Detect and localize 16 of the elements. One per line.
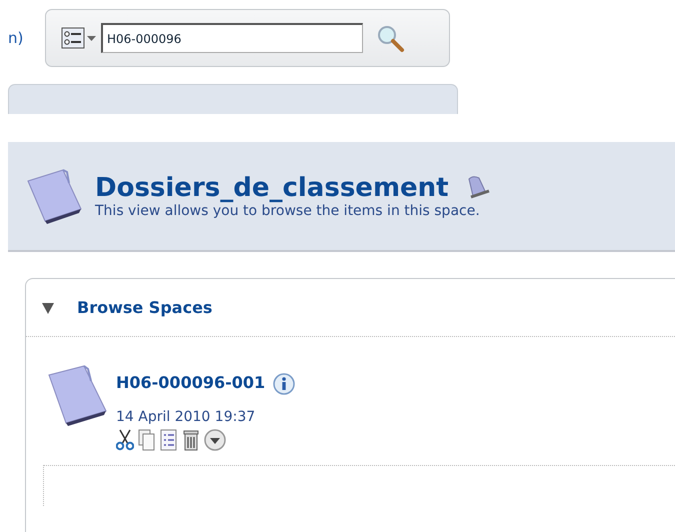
- search-icon[interactable]: [375, 23, 405, 53]
- date-text: 14 April 2010 19:37: [116, 409, 256, 425]
- space-title: Dossiers_de_classement: [95, 173, 449, 203]
- toggle-triangle-icon[interactable]: [41, 300, 55, 314]
- dropdown-circle-icon[interactable]: [204, 429, 226, 451]
- scissors-icon[interactable]: [116, 429, 134, 451]
- space-description: This view allows you to browse the items in this space.: [95, 203, 481, 219]
- search-field[interactable]: H06-000096: [101, 23, 363, 53]
- list-options-icon[interactable]: [61, 27, 97, 49]
- link-text[interactable]: n): [8, 29, 45, 47]
- space-link[interactable]: H06-000096-001: [116, 373, 266, 392]
- details-icon[interactable]: [160, 429, 178, 451]
- panel-title[interactable]: Browse Spaces: [77, 298, 212, 317]
- trash-icon[interactable]: [182, 429, 200, 451]
- folder-icon: [25, 167, 83, 225]
- info-icon[interactable]: [273, 373, 296, 395]
